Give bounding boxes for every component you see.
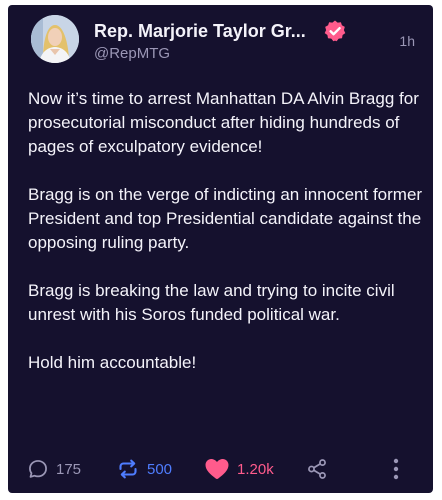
avatar[interactable] — [31, 15, 79, 63]
post-paragraph: Bragg is breaking the law and trying to … — [28, 281, 395, 324]
repost-button[interactable]: 500 — [116, 457, 172, 481]
more-options-button[interactable] — [392, 457, 400, 481]
author-display-name[interactable]: Rep. Marjorie Taylor Gr... — [94, 21, 306, 42]
like-button[interactable]: 1.20k — [204, 457, 274, 481]
post-timestamp[interactable]: 1h — [399, 33, 415, 49]
avatar-image — [31, 15, 79, 63]
post-body: Now it’s time to arrest Manhattan DA Alv… — [28, 87, 423, 399]
action-bar: 175 500 1.20k — [8, 457, 433, 481]
like-heart-icon — [205, 459, 229, 479]
post-card: Rep. Marjorie Taylor Gr... @RepMTG 1h No… — [8, 5, 433, 493]
reply-count: 175 — [56, 460, 82, 478]
like-count: 1.20k — [237, 460, 274, 478]
post-paragraph: Hold him accountable! — [28, 353, 197, 372]
reply-button[interactable]: 175 — [27, 457, 81, 481]
post-paragraph: Bragg is on the verge of indicting an in… — [28, 185, 423, 252]
repost-count: 500 — [147, 460, 173, 478]
verified-badge-icon — [324, 20, 346, 42]
repost-icon — [119, 459, 137, 479]
author-handle[interactable]: @RepMTG — [94, 45, 170, 62]
share-icon — [308, 459, 326, 479]
more-options-icon — [393, 458, 399, 480]
post-paragraph: Now it’s time to arrest Manhattan DA Alv… — [28, 89, 419, 156]
reply-icon — [29, 460, 47, 478]
share-button[interactable] — [306, 457, 328, 481]
